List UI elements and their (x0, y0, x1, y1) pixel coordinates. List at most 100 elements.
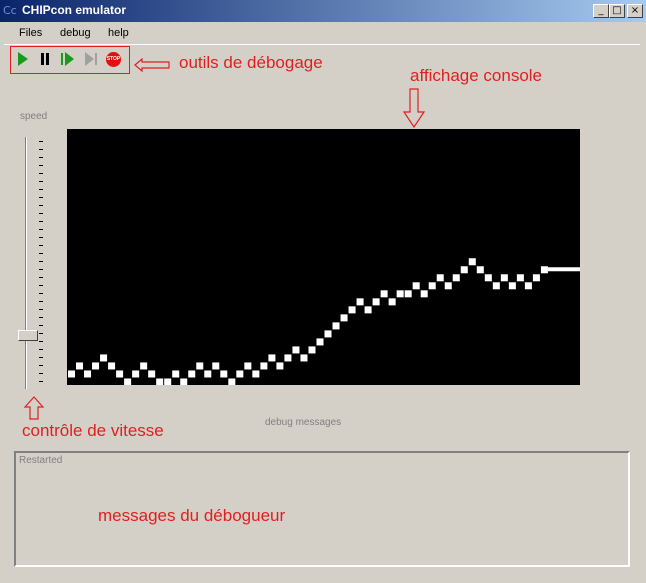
app-icon: Cc (3, 4, 17, 17)
speed-slider-thumb[interactable] (18, 329, 38, 341)
annotation-messages: messages du débogueur (98, 506, 286, 525)
console-pixel (388, 298, 396, 306)
console-pixel (484, 274, 492, 282)
stop-button[interactable]: STOP (106, 52, 121, 67)
console-pixel (196, 362, 204, 370)
console-pixel (332, 322, 340, 330)
slider-tick (39, 221, 43, 222)
speed-slider-ticks (39, 141, 44, 386)
slider-tick (39, 341, 43, 342)
console-pixel (164, 378, 172, 386)
console-pixel (508, 282, 516, 290)
console-pixel (228, 378, 236, 386)
slider-tick (39, 309, 43, 310)
console-pixel (300, 354, 308, 362)
menu-bar: Files debug help (0, 24, 646, 44)
console-pixel (68, 370, 76, 378)
pause-button[interactable] (38, 51, 52, 67)
arrow-up-icon (24, 396, 44, 420)
close-button[interactable]: × (627, 4, 643, 18)
annotation-console: affichage console (410, 66, 543, 85)
slider-tick (39, 189, 43, 190)
console-pixel (428, 282, 436, 290)
menu-files[interactable]: Files (19, 27, 42, 39)
window-title: CHIPcon emulator (22, 3, 127, 17)
console-pixel (276, 362, 284, 370)
slider-tick (39, 165, 43, 166)
console-pixel (212, 362, 220, 370)
slider-tick (39, 301, 43, 302)
speed-label: speed (20, 111, 48, 122)
slider-tick (39, 237, 43, 238)
slider-tick (39, 333, 43, 334)
slider-tick (39, 277, 43, 278)
console-pixel (292, 346, 300, 354)
console-pixel (140, 362, 148, 370)
play-button[interactable] (16, 51, 30, 67)
slider-tick (39, 293, 43, 294)
slider-tick (39, 261, 43, 262)
console-pixel (284, 354, 292, 362)
arrow-left-icon (134, 58, 170, 72)
console-pixel (132, 370, 140, 378)
play-icon (18, 52, 28, 66)
minimize-button[interactable]: _ (593, 4, 609, 18)
console-pixel (108, 362, 116, 370)
step-button[interactable] (60, 51, 74, 67)
app-window: Cc CHIPcon emulator _ □ × Files debug he… (0, 0, 646, 583)
console-pixel (364, 306, 372, 314)
menu-help[interactable]: help (108, 27, 129, 39)
console-pixel (540, 266, 548, 274)
console-pixel (436, 274, 444, 282)
slider-tick (39, 197, 43, 198)
debug-messages-label: debug messages (265, 417, 342, 428)
console-pixel (268, 354, 276, 362)
slider-tick (39, 325, 43, 326)
slider-tick (39, 229, 43, 230)
console-pixel (380, 290, 388, 298)
console-pixel (156, 378, 164, 386)
console-pixel (356, 298, 364, 306)
slider-tick (39, 285, 43, 286)
console-screen (68, 258, 580, 386)
console-pixel (420, 290, 428, 298)
slider-tick (39, 141, 43, 142)
console-pixel (316, 338, 324, 346)
console-pixel (76, 362, 84, 370)
maximize-button[interactable]: □ (609, 4, 625, 18)
console-pixel (372, 298, 380, 306)
console-pixel (220, 370, 228, 378)
slider-tick (39, 269, 43, 270)
console-pixel (460, 266, 468, 274)
console-pixel (444, 282, 452, 290)
slider-tick (39, 373, 43, 374)
console-pixel (204, 370, 212, 378)
console-pixel (148, 370, 156, 378)
console-pixel (348, 306, 356, 314)
console-pixel (308, 346, 316, 354)
console-pixel (412, 282, 420, 290)
console-pixel (260, 362, 268, 370)
menu-debug[interactable]: debug (60, 27, 91, 39)
console-pixel (340, 314, 348, 322)
annotation-speed: contrôle de vitesse (22, 421, 164, 440)
console-pixel (84, 370, 92, 378)
arrow-down-icon (403, 88, 425, 128)
console-pixel (500, 274, 508, 282)
console-pixel (404, 290, 412, 298)
debug-message-text: Restarted (19, 455, 63, 466)
slider-tick (39, 349, 43, 350)
slider-tick (39, 245, 43, 246)
slider-tick (39, 357, 43, 358)
console-pixel (476, 266, 484, 274)
console-pixel (468, 258, 476, 266)
console-pixel (524, 282, 532, 290)
step-end-button[interactable] (84, 51, 98, 67)
console-pixel (92, 362, 100, 370)
speed-slider-track[interactable] (25, 137, 27, 389)
console-pixel (188, 370, 196, 378)
console-pixel (100, 354, 108, 362)
console-line (547, 267, 580, 272)
title-bar[interactable]: Cc CHIPcon emulator _ □ × (0, 0, 646, 22)
console-pixel (492, 282, 500, 290)
